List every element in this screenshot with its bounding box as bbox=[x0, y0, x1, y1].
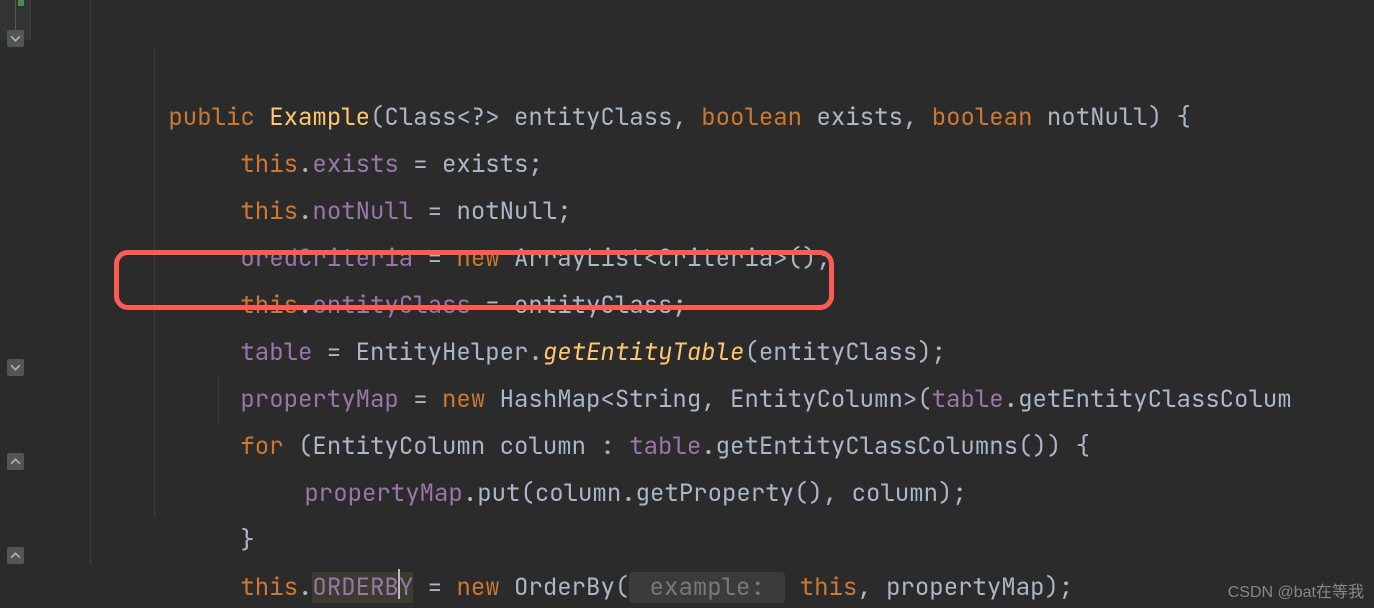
inline-hint: example: bbox=[629, 572, 785, 603]
code-line: table = EntityHelper.getEntityTable(enti… bbox=[30, 235, 1374, 282]
fold-marker-icon[interactable] bbox=[7, 547, 24, 564]
gutter bbox=[0, 0, 31, 40]
code-line: } bbox=[30, 517, 1374, 564]
fold-marker-icon[interactable] bbox=[7, 30, 24, 47]
code-line: this.ORDERBY = new OrderBy( example: thi… bbox=[30, 470, 1374, 517]
code-line: this.entityClass = entityClass; bbox=[30, 188, 1374, 235]
code-line: public Example(Class<?> entityClass, boo… bbox=[30, 0, 1374, 47]
watermark: CSDN @bat在等我 bbox=[1228, 578, 1364, 602]
code-line: propertyMap = new HashMap<String, Entity… bbox=[30, 282, 1374, 329]
code-editor[interactable]: public Example(Class<?> entityClass, boo… bbox=[0, 0, 1374, 40]
code-line: this.exists = exists; bbox=[30, 47, 1374, 94]
code-line: this.notNull = notNull; bbox=[30, 94, 1374, 141]
code-line: } bbox=[30, 423, 1374, 470]
code-line: oredCriteria = new ArrayList<Criteria>()… bbox=[30, 141, 1374, 188]
code-line: for (EntityColumn column : table.getEnti… bbox=[30, 329, 1374, 376]
code-line: propertyMap.put(column.getProperty(), co… bbox=[30, 376, 1374, 423]
code-area[interactable]: public Example(Class<?> entityClass, boo… bbox=[30, 0, 1374, 40]
fold-marker-icon[interactable] bbox=[7, 453, 24, 470]
fold-marker-icon[interactable] bbox=[7, 359, 24, 376]
